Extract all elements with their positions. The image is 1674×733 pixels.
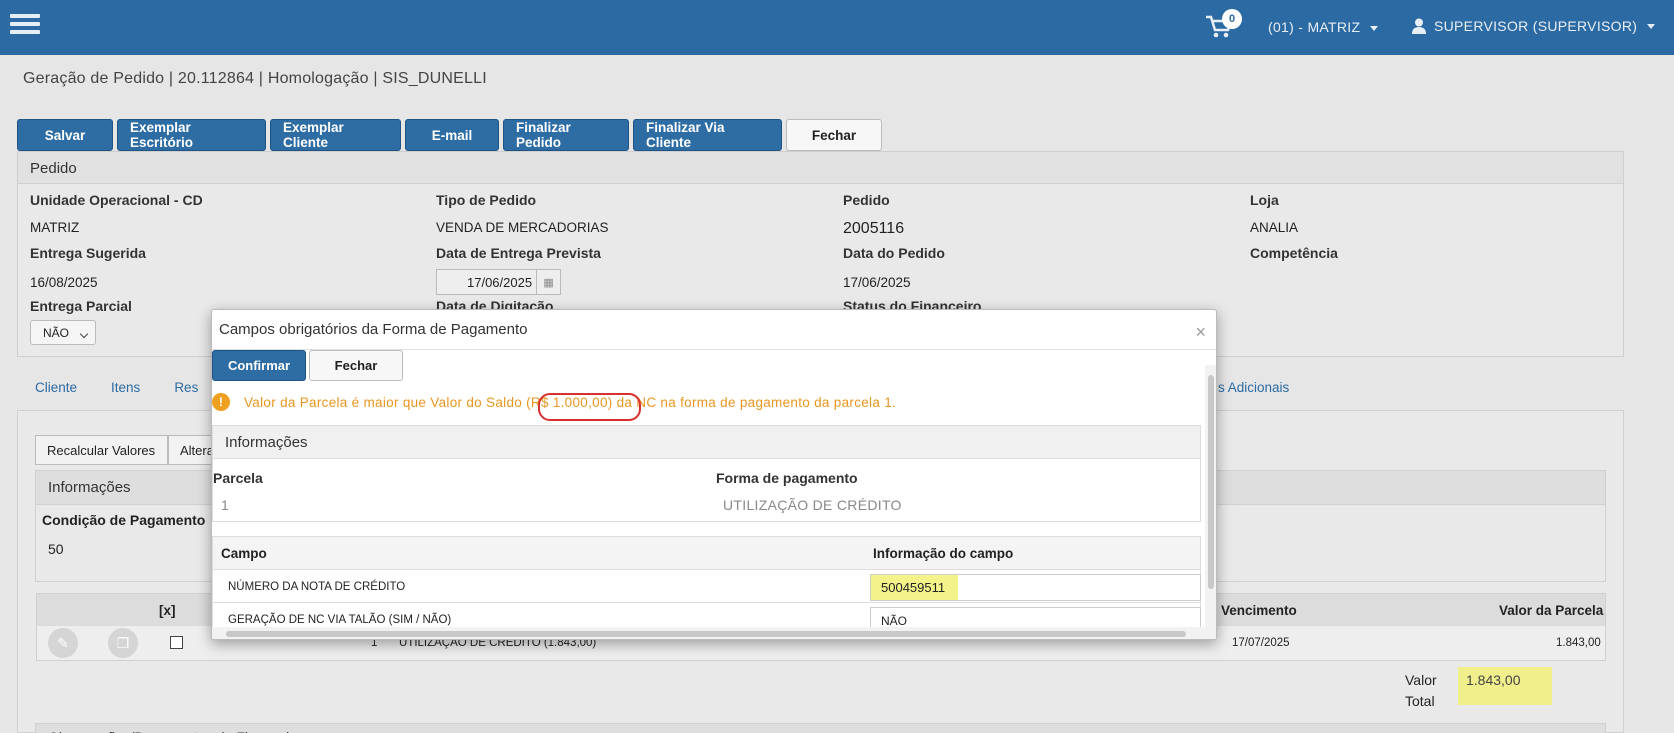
- field-name: NÚMERO DA NOTA DE CRÉDITO: [228, 581, 406, 593]
- installment-info-panel: Informações Parcela 1 Forma de pagamento…: [212, 425, 1201, 522]
- warning-icon: !: [212, 393, 230, 411]
- modal-title: Campos obrigatórios da Forma de Pagament…: [219, 321, 528, 338]
- warning-text-pre: Valor da Parcela é maior que Valor do Sa…: [244, 394, 527, 410]
- parcela-value: 1: [221, 497, 230, 513]
- close-icon[interactable]: ×: [1195, 322, 1206, 343]
- horizontal-scrollbar[interactable]: [212, 627, 1205, 639]
- table-row: NÚMERO DA NOTA DE CRÉDITO 500459511: [213, 570, 1201, 603]
- required-fields-table: Campo Informação do campo NÚMERO DA NOTA…: [212, 536, 1201, 639]
- confirm-button[interactable]: Confirmar: [212, 350, 306, 381]
- forma-label: Forma de pagamento: [716, 470, 858, 486]
- vertical-scrollbar[interactable]: [1205, 365, 1216, 639]
- scroll-thumb[interactable]: [226, 631, 1186, 637]
- modal-actions: Confirmar Fechar: [212, 350, 403, 381]
- amount-highlight-ring: [538, 393, 641, 421]
- campo-header: Campo: [221, 546, 267, 561]
- modal-close-button[interactable]: Fechar: [309, 350, 403, 381]
- warning-text-post: da NC na forma de pagamento da parcela 1…: [612, 394, 897, 410]
- info-header: Informação do campo: [873, 546, 1014, 561]
- credit-note-number-input[interactable]: 500459511: [870, 574, 1201, 601]
- field-name: GERAÇÃO DE NC VIA TALÃO (SIM / NÃO): [228, 614, 452, 626]
- nc-talao-value: NÃO: [881, 614, 908, 628]
- payment-fields-modal: Campos obrigatórios da Forma de Pagament…: [211, 309, 1217, 640]
- credit-note-number-value: 500459511: [871, 575, 958, 600]
- forma-value: UTILIZAÇÃO DE CRÉDITO: [723, 497, 902, 513]
- modal-title-bar: Campos obrigatórios da Forma de Pagament…: [212, 310, 1216, 350]
- fields-table-header: Campo Informação do campo: [213, 537, 1200, 570]
- modal-overlay: Campos obrigatórios da Forma de Pagament…: [0, 0, 1674, 733]
- installment-info-title: Informações: [213, 426, 1200, 459]
- parcela-label: Parcela: [213, 470, 263, 486]
- scroll-thumb[interactable]: [1208, 375, 1214, 589]
